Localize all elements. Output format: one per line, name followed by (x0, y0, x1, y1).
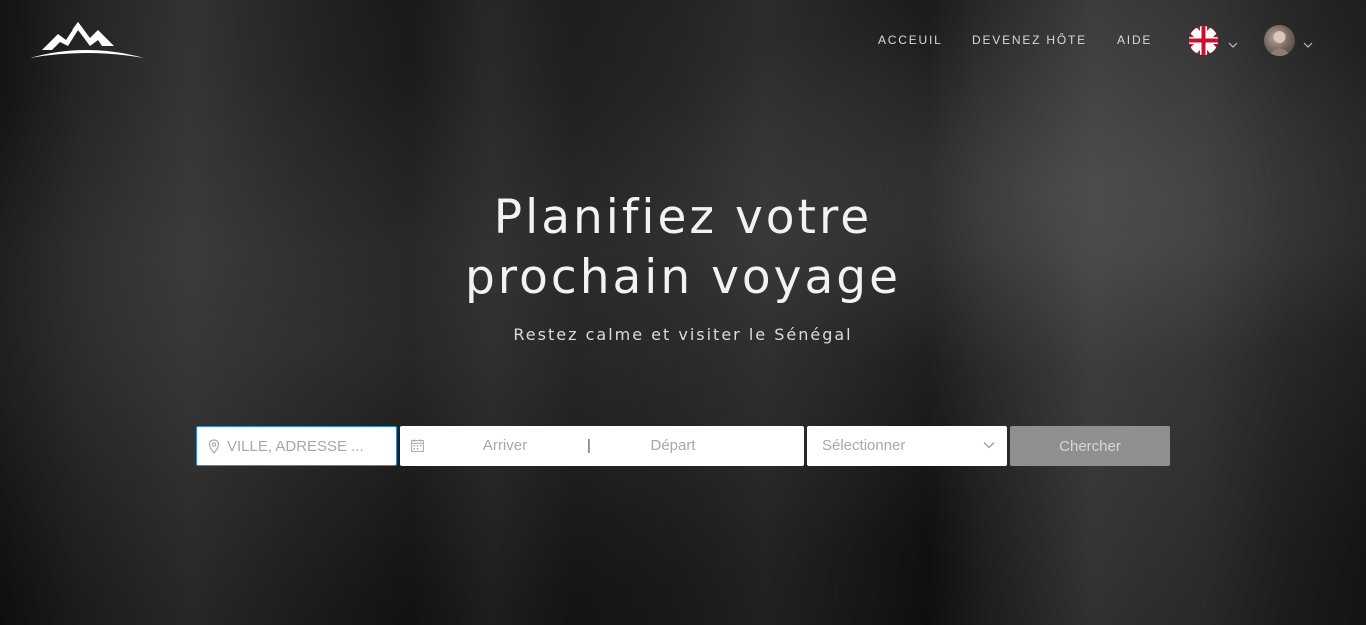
date-separator: | (587, 437, 591, 454)
uk-flag-icon[interactable] (1189, 26, 1218, 55)
location-input[interactable] (227, 427, 387, 465)
user-chevron-down-icon[interactable] (1303, 35, 1313, 48)
hero-title-line2: prochain voyage (464, 250, 902, 305)
hero-subtitle: Restez calme et visiter le Sénégal (513, 325, 853, 344)
guest-select[interactable]: Sélectionner (807, 426, 1007, 466)
calendar-icon (411, 439, 424, 452)
select-value: Sélectionner (822, 437, 906, 454)
nav-link-aide[interactable]: AIDE (1117, 33, 1152, 47)
language-chevron-down-icon[interactable] (1228, 35, 1238, 48)
departure-date-input[interactable]: Départ (628, 437, 718, 454)
chevron-down-icon (983, 442, 995, 449)
location-field[interactable] (196, 426, 397, 466)
dates-field[interactable]: Arriver | Départ (400, 426, 804, 466)
mountain-logo-icon[interactable] (28, 16, 146, 60)
arrival-date-input[interactable]: Arriver (460, 437, 550, 454)
location-pin-icon (208, 439, 220, 454)
hero-title: Planifiez votre prochain voyage (0, 188, 1366, 308)
user-avatar[interactable] (1264, 25, 1295, 56)
nav-link-accueil[interactable]: ACCEUIL (878, 33, 943, 47)
hero-title-line1: Planifiez votre (493, 190, 873, 245)
search-button[interactable]: Chercher (1010, 426, 1170, 466)
hero-overlay (0, 0, 1366, 625)
nav-link-devenez-hote[interactable]: DEVENEZ HÔTE (972, 33, 1087, 47)
